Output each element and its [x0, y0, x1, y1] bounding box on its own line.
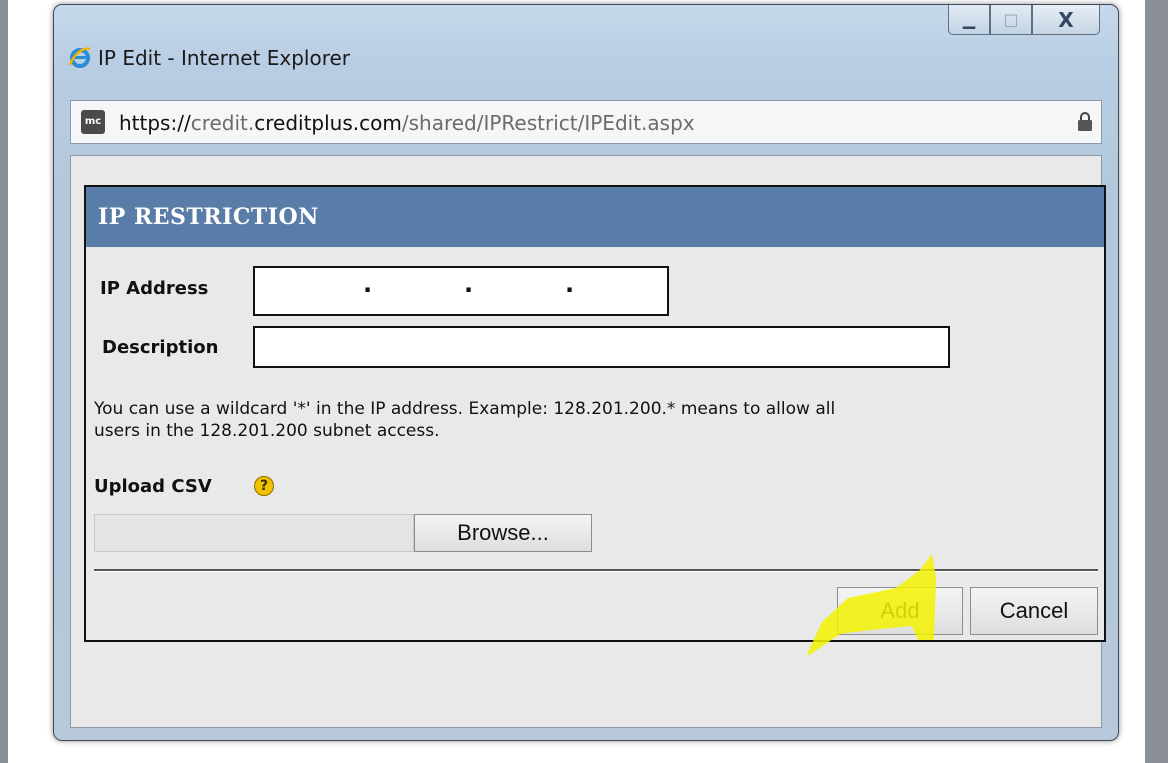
panel-title: IP RESTRICTION: [98, 204, 319, 230]
url-domain: creditplus.com: [254, 111, 402, 135]
description-input[interactable]: [253, 326, 950, 368]
ip-address-input[interactable]: . . .: [253, 266, 669, 316]
cancel-button[interactable]: Cancel: [970, 587, 1098, 635]
window-title: IP Edit - Internet Explorer: [98, 46, 351, 70]
add-button[interactable]: Add: [837, 587, 963, 635]
help-line: You can use a wildcard '*' in the IP add…: [94, 399, 836, 419]
divider: [94, 569, 1098, 572]
lock-icon[interactable]: [1077, 110, 1093, 132]
url-subdomain: credit.: [190, 111, 255, 135]
ip-restriction-panel: IP RESTRICTION IP Address . . . Descript…: [84, 185, 1106, 642]
upload-csv-label: Upload CSV: [94, 476, 212, 497]
site-favicon-icon: mc: [81, 110, 105, 134]
csv-file-path[interactable]: [94, 514, 414, 552]
description-label: Description: [102, 337, 219, 358]
url-path: /shared/IPRestrict/IPEdit.aspx: [401, 111, 695, 135]
maximize-icon: □: [1003, 10, 1019, 29]
url-scheme: https://: [119, 111, 191, 135]
help-icon[interactable]: ?: [254, 476, 274, 496]
window-controls: ▁ □ X: [948, 5, 1100, 35]
close-icon: X: [1058, 7, 1074, 32]
maximize-button[interactable]: □: [990, 5, 1032, 35]
browse-button[interactable]: Browse...: [414, 514, 592, 552]
url-text[interactable]: https://credit.creditplus.com/shared/IPR…: [119, 111, 695, 135]
close-button[interactable]: X: [1032, 5, 1100, 35]
dialog-content: IP RESTRICTION IP Address . . . Descript…: [70, 155, 1106, 728]
ip-separator: .: [363, 270, 373, 298]
address-bar[interactable]: mc https://credit.creditplus.com/shared/…: [70, 100, 1102, 144]
dialog-window: IP Edit - Internet Explorer ▁ □ X mc htt…: [53, 4, 1119, 741]
ip-separator: .: [464, 270, 474, 298]
ip-separator: .: [565, 270, 575, 298]
minimize-button[interactable]: ▁: [948, 5, 990, 35]
ie-logo-icon: [68, 47, 91, 68]
wildcard-help-text: You can use a wildcard '*' in the IP add…: [94, 398, 1104, 442]
minimize-icon: ▁: [962, 10, 976, 29]
ip-address-label: IP Address: [100, 278, 209, 299]
panel-header: IP RESTRICTION: [86, 187, 1104, 247]
help-line: users in the 128.201.200 subnet access.: [94, 421, 440, 441]
